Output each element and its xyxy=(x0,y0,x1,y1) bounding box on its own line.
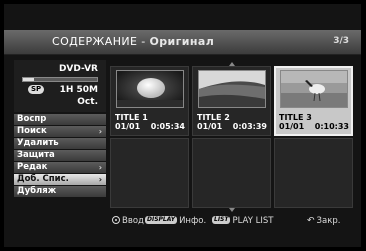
title-duration: 0:03:39 xyxy=(232,122,267,131)
title-text: СОДЕРЖАНИЕ - xyxy=(52,35,150,48)
menu-item-label: Защита xyxy=(17,150,55,160)
title-date: 01/01 xyxy=(279,122,305,131)
header-bar: СОДЕРЖАНИЕ - Оригинал 3/3 xyxy=(4,30,361,55)
close-label: Закр. xyxy=(316,216,341,226)
title-thumbnail xyxy=(280,70,348,108)
thumbnail-image xyxy=(199,71,265,107)
footer-hints: Ввод DISPLAY Инфо. LIST PLAY LIST ↶ Закр. xyxy=(112,215,362,227)
menu-item-label: Доб. Спис. xyxy=(17,174,69,184)
page-title: СОДЕРЖАНИЕ - Оригинал xyxy=(52,35,214,48)
chevron-right-icon: › xyxy=(98,127,102,136)
title-subtitle: Оригинал xyxy=(149,35,215,48)
title-name: TITLE 1 xyxy=(115,113,148,122)
sidebar: DVD-VR SP 1H 50M Oct. Воспр Поиск › Удали… xyxy=(14,60,106,198)
title-cell-1[interactable]: TITLE 1 01/01 0:05:34 xyxy=(110,66,189,136)
enter-hint: Ввод xyxy=(112,215,144,227)
title-grid: TITLE 1 01/01 0:05:34 TITLE 2 01/01 0:03… xyxy=(110,66,354,208)
info-hint: DISPLAY Инфо. xyxy=(145,215,206,227)
title-date: 01/01 xyxy=(115,122,141,131)
thumbnail-image xyxy=(117,71,183,107)
title-cell-2[interactable]: TITLE 2 01/01 0:03:39 xyxy=(192,66,271,136)
title-date: 01/01 xyxy=(197,122,223,131)
menu-item-dubbing[interactable]: Дубляж xyxy=(14,186,106,197)
enter-icon xyxy=(112,215,120,224)
menu-item-protect[interactable]: Защита xyxy=(14,150,106,161)
title-name: TITLE 3 xyxy=(279,113,312,122)
display-key-icon: DISPLAY xyxy=(145,215,178,224)
return-icon: ↶ xyxy=(307,216,315,226)
title-thumbnail xyxy=(198,70,266,108)
page-indicator: 3/3 xyxy=(333,36,349,46)
menu-item-play[interactable]: Воспр xyxy=(14,114,106,125)
menu-item-add-to-list[interactable]: Доб. Спис. › xyxy=(14,174,106,185)
remaining-time: 1H 50M xyxy=(59,85,98,95)
playlist-label: PLAY LIST xyxy=(232,216,274,226)
empty-cell xyxy=(192,138,271,208)
scroll-down-icon[interactable] xyxy=(229,208,235,212)
thumbnail-image xyxy=(281,71,347,107)
dvd-recorder-screen: СОДЕРЖАНИЕ - Оригинал 3/3 DVD-VR SP 1H 5… xyxy=(4,4,361,247)
title-name: TITLE 2 xyxy=(197,113,230,122)
title-duration: 0:10:33 xyxy=(314,122,349,131)
menu-item-label: Дубляж xyxy=(17,186,57,196)
info-label: Инфо. xyxy=(179,216,207,226)
empty-cell xyxy=(110,138,189,208)
playlist-hint: LIST PLAY LIST xyxy=(212,215,273,227)
disc-usage-bar xyxy=(22,77,98,82)
list-key-icon: LIST xyxy=(212,215,231,224)
menu-item-search[interactable]: Поиск › xyxy=(14,126,106,137)
title-thumbnail xyxy=(116,70,184,108)
menu-item-label: Поиск xyxy=(17,126,47,136)
empty-cell xyxy=(274,138,353,208)
close-hint: ↶ Закр. xyxy=(307,215,340,227)
options-menu: Воспр Поиск › Удалить Защита Редак › Доб. … xyxy=(14,114,106,197)
menu-item-label: Воспр xyxy=(17,114,47,124)
disc-mode: Oct. xyxy=(77,97,98,107)
menu-item-label: Редак xyxy=(17,162,48,172)
title-cell-3-selected[interactable]: TITLE 3 01/01 0:10:33 xyxy=(274,66,353,136)
chevron-right-icon: › xyxy=(98,175,102,184)
title-duration: 0:05:34 xyxy=(150,122,185,131)
disc-info-panel: DVD-VR SP 1H 50M Oct. xyxy=(14,60,106,112)
disc-type: DVD-VR xyxy=(58,64,98,74)
menu-item-label: Удалить xyxy=(17,138,59,148)
menu-item-delete[interactable]: Удалить xyxy=(14,138,106,149)
chevron-right-icon: › xyxy=(98,163,102,172)
enter-label: Ввод xyxy=(122,216,144,226)
record-mode-badge: SP xyxy=(28,85,45,94)
menu-item-edit[interactable]: Редак › xyxy=(14,162,106,173)
disc-usage-fill xyxy=(23,78,35,81)
